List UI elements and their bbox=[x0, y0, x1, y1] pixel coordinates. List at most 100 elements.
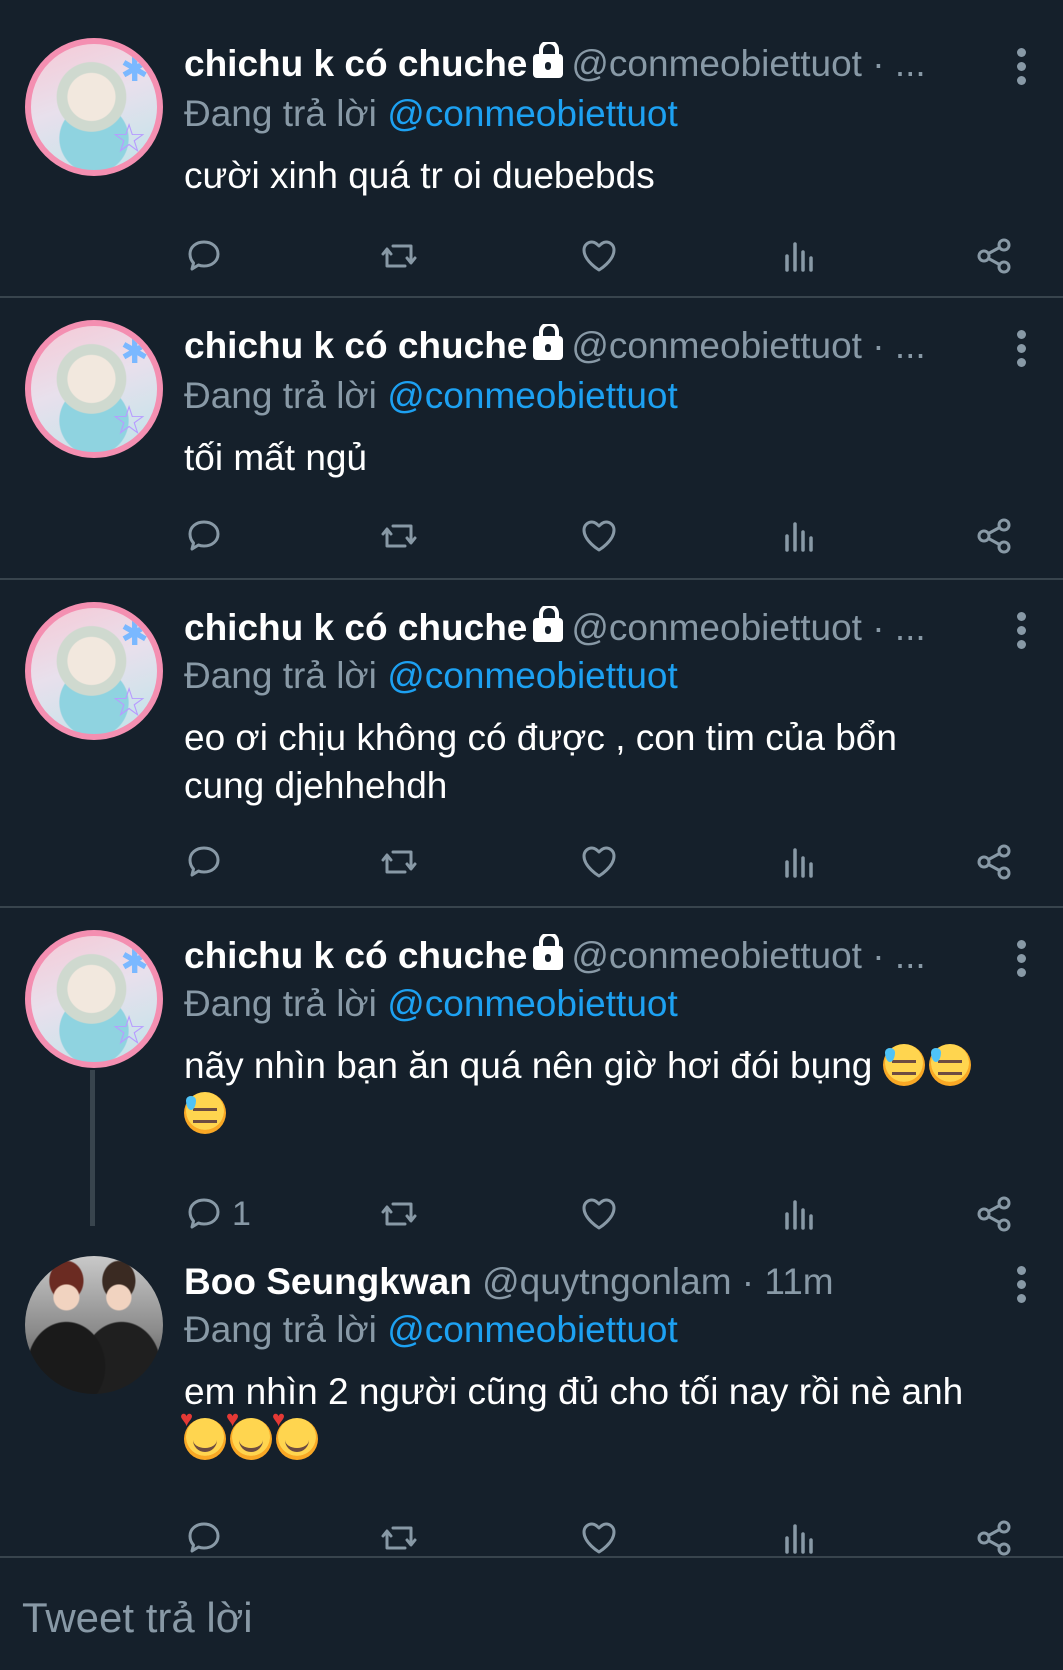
share-icon bbox=[977, 844, 1011, 880]
reply-icon bbox=[188, 520, 220, 551]
thread-line bbox=[90, 1070, 95, 1226]
tweet-actions bbox=[184, 838, 1024, 886]
analytics-button[interactable] bbox=[779, 512, 819, 560]
downcast-face-with-sweat-emoji bbox=[184, 1092, 226, 1134]
replying-to: Đang trả lời @conmeobiettuot bbox=[184, 375, 678, 416]
retweet-icon bbox=[381, 524, 417, 548]
lock-icon bbox=[533, 324, 564, 360]
tweet-text: tối mất ngủ bbox=[184, 437, 368, 478]
share-button[interactable] bbox=[974, 512, 1014, 560]
tweet[interactable]: ✱ ☆ chichu k có chuche @conmeobiettuot · .… bbox=[0, 298, 1063, 578]
tweet-actions bbox=[184, 232, 1024, 280]
like-button[interactable] bbox=[579, 1514, 619, 1562]
display-name[interactable]: chichu k có chuche bbox=[184, 607, 527, 648]
share-icon bbox=[977, 1520, 1011, 1556]
more-options-icon[interactable] bbox=[1015, 1266, 1027, 1306]
analytics-button[interactable] bbox=[779, 232, 819, 280]
analytics-icon bbox=[785, 1524, 813, 1554]
share-button[interactable] bbox=[974, 232, 1014, 280]
downcast-face-with-sweat-emoji bbox=[928, 1044, 971, 1086]
lock-icon bbox=[533, 934, 564, 970]
display-name[interactable]: Boo Seungkwan bbox=[184, 1261, 472, 1302]
tweet-header: chichu k có chuche @conmeobiettuot · ... bbox=[184, 42, 983, 86]
like-icon bbox=[582, 846, 616, 878]
like-button[interactable] bbox=[579, 512, 619, 560]
reply-button[interactable] bbox=[184, 232, 224, 280]
smiling-face-with-hearts-emoji bbox=[180, 1408, 226, 1460]
replying-to: Đang trả lời @conmeobiettuot bbox=[184, 983, 678, 1024]
tweet-header: chichu k có chuche @conmeobiettuot · ... bbox=[184, 324, 983, 368]
share-icon bbox=[977, 238, 1011, 274]
more-options-icon[interactable] bbox=[1015, 940, 1027, 980]
handle: @quytngonlam · 11m bbox=[482, 1261, 834, 1302]
display-name[interactable]: chichu k có chuche bbox=[184, 935, 527, 976]
tweet-text: nãy nhìn bạn ăn quá nên giờ hơi đói bụng bbox=[184, 1042, 1023, 1138]
display-name[interactable]: chichu k có chuche bbox=[184, 43, 527, 84]
reply-icon bbox=[188, 1522, 220, 1553]
reply-button[interactable] bbox=[184, 512, 224, 560]
lock-icon bbox=[533, 42, 564, 78]
tweet[interactable]: ✱ ☆ chichu k có chuche @conmeobiettuot · .… bbox=[0, 580, 1063, 906]
mention-link[interactable]: @conmeobiettuot bbox=[387, 983, 678, 1024]
share-button[interactable] bbox=[974, 838, 1014, 886]
handle: @conmeobiettuot · ... bbox=[571, 935, 926, 976]
tweet-header: chichu k có chuche @conmeobiettuot · ... bbox=[184, 934, 983, 978]
handle: @conmeobiettuot · ... bbox=[571, 325, 926, 366]
share-icon bbox=[977, 518, 1011, 554]
replying-to: Đang trả lời @conmeobiettuot bbox=[184, 655, 678, 696]
avatar[interactable]: ✱ ☆ bbox=[25, 602, 163, 740]
analytics-button[interactable] bbox=[779, 1514, 819, 1562]
like-icon bbox=[582, 240, 616, 272]
avatar[interactable]: ✱ ☆ bbox=[25, 320, 163, 458]
retweet-button[interactable] bbox=[379, 232, 419, 280]
tweet[interactable]: Boo Seungkwan @quytngonlam · 11m Đang tr… bbox=[0, 1226, 1063, 1556]
reply-button[interactable] bbox=[184, 1514, 224, 1562]
tweet[interactable]: ✱ ☆ chichu k có chuche @conmeobiettuot · .… bbox=[0, 0, 1063, 296]
analytics-button[interactable] bbox=[779, 838, 819, 886]
analytics-icon bbox=[785, 522, 813, 552]
like-icon bbox=[582, 1522, 616, 1554]
like-button[interactable] bbox=[579, 232, 619, 280]
retweet-button[interactable] bbox=[379, 838, 419, 886]
mention-link[interactable]: @conmeobiettuot bbox=[387, 655, 678, 696]
retweet-button[interactable] bbox=[379, 512, 419, 560]
mention-link[interactable]: @conmeobiettuot bbox=[387, 375, 678, 416]
reply-compose-input[interactable]: Tweet trả lời bbox=[22, 1594, 253, 1642]
mention-link[interactable]: @conmeobiettuot bbox=[387, 93, 678, 134]
handle: @conmeobiettuot · ... bbox=[571, 43, 926, 84]
tweet-text: eo ơi chịu không có được , con tim của b… bbox=[184, 717, 897, 806]
avatar[interactable] bbox=[25, 1256, 163, 1394]
more-options-icon[interactable] bbox=[1015, 612, 1027, 652]
tweet-text: cười xinh quá tr oi duebebds bbox=[184, 155, 655, 196]
tweet-header: chichu k có chuche @conmeobiettuot · ... bbox=[184, 606, 983, 650]
divider bbox=[0, 1556, 1063, 1558]
retweet-button[interactable] bbox=[379, 1514, 419, 1562]
replying-to: Đang trả lời @conmeobiettuot bbox=[184, 93, 678, 134]
smiling-face-with-hearts-emoji bbox=[226, 1408, 272, 1460]
mention-link[interactable]: @conmeobiettuot bbox=[387, 1309, 678, 1350]
retweet-icon bbox=[381, 244, 417, 268]
more-options-icon[interactable] bbox=[1015, 330, 1027, 370]
reply-button[interactable] bbox=[184, 838, 224, 886]
tweet-header: Boo Seungkwan @quytngonlam · 11m bbox=[184, 1260, 983, 1304]
more-options-icon[interactable] bbox=[1015, 48, 1027, 88]
handle: @conmeobiettuot · ... bbox=[571, 607, 926, 648]
avatar[interactable]: ✱ ☆ bbox=[25, 930, 163, 1068]
downcast-face-with-sweat-emoji bbox=[882, 1044, 925, 1086]
like-button[interactable] bbox=[579, 838, 619, 886]
share-button[interactable] bbox=[974, 1514, 1014, 1562]
retweet-icon bbox=[381, 850, 417, 874]
tweet[interactable]: ✱ ☆ chichu k có chuche @conmeobiettuot · .… bbox=[0, 908, 1063, 1233]
like-icon bbox=[582, 520, 616, 552]
reply-icon bbox=[188, 240, 220, 271]
display-name[interactable]: chichu k có chuche bbox=[184, 325, 527, 366]
tweet-actions bbox=[184, 1514, 1024, 1562]
retweet-icon bbox=[381, 1526, 417, 1550]
avatar[interactable]: ✱ ☆ bbox=[25, 38, 163, 176]
tweet-text: em nhìn 2 người cũng đủ cho tối nay rồi … bbox=[180, 1368, 1023, 1464]
analytics-icon bbox=[785, 848, 813, 878]
tweet-actions bbox=[184, 512, 1024, 560]
analytics-icon bbox=[785, 242, 813, 272]
reply-icon bbox=[188, 846, 220, 877]
lock-icon bbox=[533, 606, 564, 642]
